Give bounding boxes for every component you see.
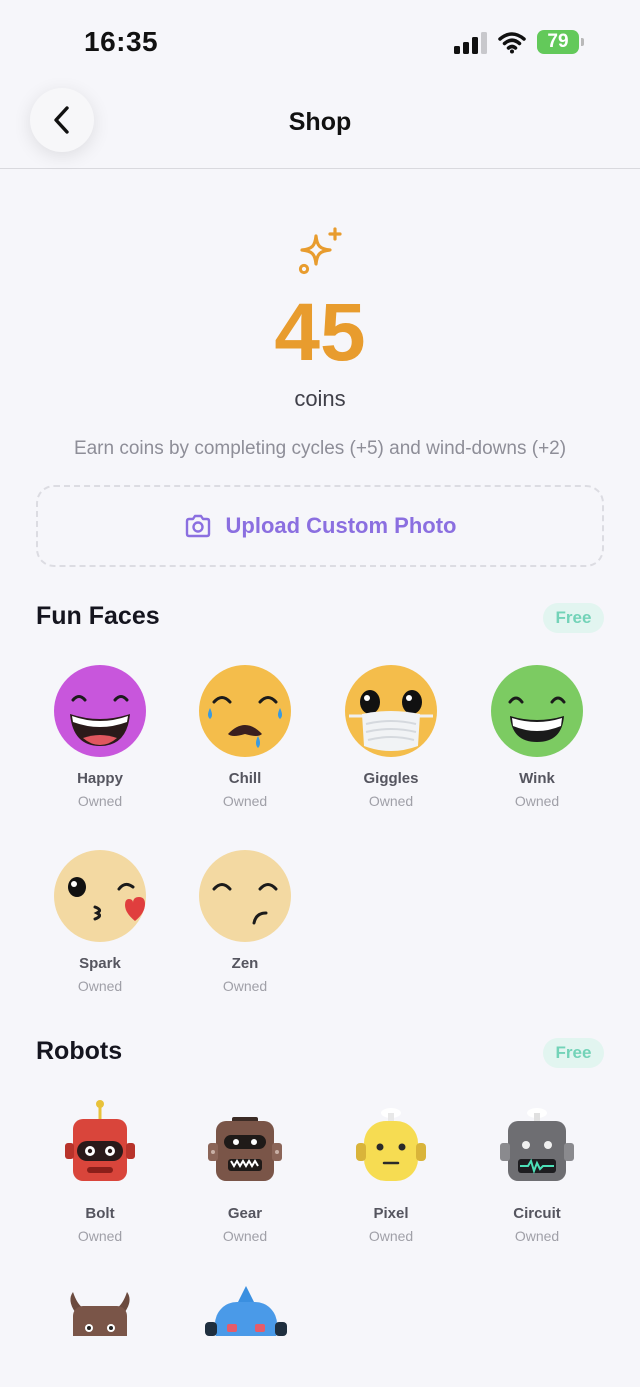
item-status: Owned	[222, 793, 268, 809]
item-name: Zen	[231, 955, 259, 972]
item-status: Owned	[368, 1228, 414, 1244]
item-name: Gear	[227, 1205, 263, 1222]
crying-face-icon	[199, 665, 291, 757]
gray-robot-icon	[500, 1108, 574, 1181]
item-status: Owned	[368, 793, 414, 809]
calm-face-icon	[199, 850, 291, 942]
battery-cap	[581, 38, 584, 46]
grin-face-icon	[491, 665, 583, 757]
sparkle-icon	[298, 227, 342, 275]
coin-balance: 45	[274, 287, 366, 378]
item-name: Spark	[79, 955, 121, 972]
item-name: Bolt	[85, 1205, 115, 1222]
robot-item-bolt[interactable]: Bolt Owned	[27, 1099, 173, 1244]
face-item-spark[interactable]: Spark Owned	[27, 849, 173, 994]
item-status: Owned	[77, 793, 123, 809]
item-name: Circuit	[513, 1205, 561, 1222]
bull-robot-icon	[70, 1292, 130, 1336]
nav-bar: Shop	[0, 80, 640, 169]
upload-custom-photo-button[interactable]: Upload Custom Photo	[36, 485, 604, 567]
face-item-chill[interactable]: Chill Owned	[172, 664, 318, 809]
upload-label: Upload Custom Photo	[225, 513, 457, 538]
item-name: Pixel	[373, 1205, 409, 1222]
earn-hint: Earn coins by completing cycles (+5) and…	[73, 438, 567, 459]
section-title-robots: Robots	[36, 1037, 123, 1065]
item-name: Chill	[228, 770, 262, 787]
free-badge: Free	[543, 603, 604, 633]
happy-face-icon	[54, 665, 146, 757]
item-status: Owned	[222, 978, 268, 994]
item-status: Owned	[77, 1228, 123, 1244]
signal-icon	[454, 32, 487, 54]
robot-item-gear[interactable]: Gear Owned	[172, 1099, 318, 1244]
camera-icon	[185, 514, 210, 538]
kiss-face-icon	[54, 850, 146, 942]
face-item-giggles[interactable]: Giggles Owned	[318, 664, 464, 809]
item-name: Wink	[519, 770, 555, 787]
section-title-fun-faces: Fun Faces	[36, 602, 160, 630]
robot-item-circuit[interactable]: Circuit Owned	[464, 1099, 610, 1244]
status-bar: 16:35 79	[0, 0, 640, 80]
page-title: Shop	[288, 108, 352, 136]
mask-face-icon	[345, 665, 437, 757]
blue-robot-icon	[205, 1286, 287, 1336]
status-time: 16:35	[84, 26, 159, 57]
face-item-zen[interactable]: Zen Owned	[172, 849, 318, 994]
item-status: Owned	[514, 1228, 560, 1244]
item-name: Happy	[77, 770, 123, 787]
battery-level: 79	[547, 31, 569, 52]
face-item-happy[interactable]: Happy Owned	[27, 664, 173, 809]
item-status: Owned	[77, 978, 123, 994]
battery-indicator: 79	[537, 30, 585, 54]
item-status: Owned	[222, 1228, 268, 1244]
coin-unit-label: coins	[294, 386, 346, 411]
yellow-robot-icon	[356, 1108, 426, 1181]
item-status: Owned	[514, 793, 560, 809]
free-badge: Free	[543, 1038, 604, 1068]
red-robot-icon	[65, 1100, 135, 1181]
wifi-icon	[498, 32, 526, 54]
face-item-wink[interactable]: Wink Owned	[464, 664, 610, 809]
item-name: Giggles	[363, 770, 419, 787]
brown-robot-icon	[208, 1117, 282, 1181]
robot-item-pixel[interactable]: Pixel Owned	[318, 1099, 464, 1244]
robots-row-2	[0, 1280, 640, 1336]
